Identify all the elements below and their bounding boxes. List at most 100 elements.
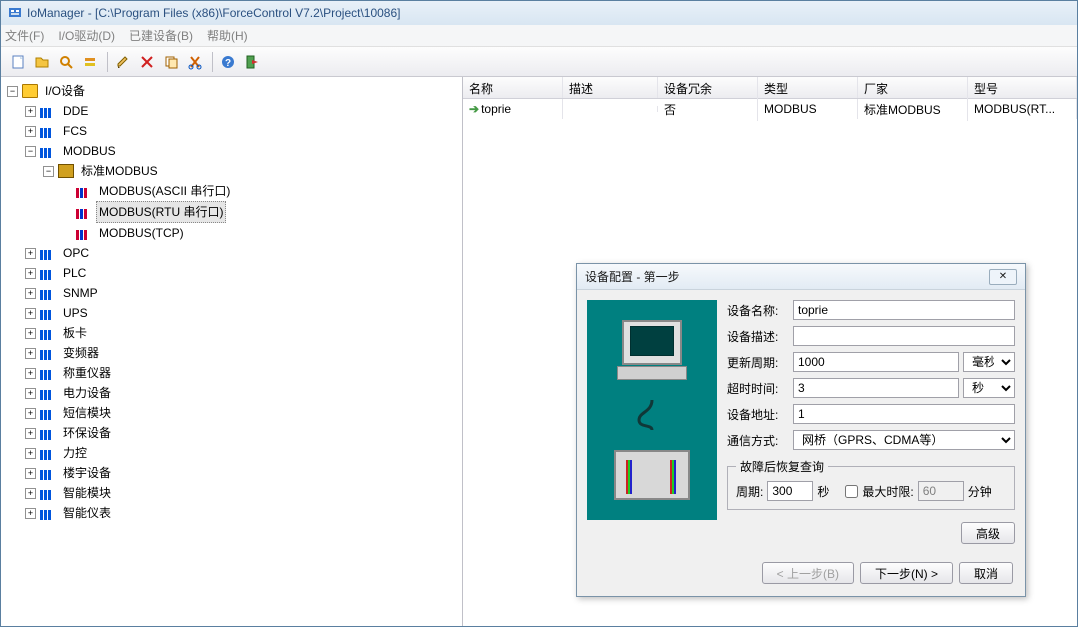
tree-power[interactable]: 电力设备 [60, 383, 114, 403]
comm-mode-select[interactable]: 网桥（GPRS、CDMA等） [793, 430, 1015, 450]
menu-builtdevice[interactable]: 已建设备(B) [129, 27, 193, 44]
tree-fcs[interactable]: FCS [60, 121, 90, 141]
tree-std-modbus[interactable]: 标准MODBUS [78, 161, 161, 181]
tree-force[interactable]: 力控 [60, 443, 90, 463]
collapse-icon[interactable]: − [25, 146, 36, 157]
timeout-unit-select[interactable]: 秒 [963, 378, 1015, 398]
tree-snmp[interactable]: SNMP [60, 283, 101, 303]
label-max-limit: 最大时限: [862, 483, 913, 500]
grid-header: 名称 描述 设备冗余 类型 厂家 型号 [463, 77, 1077, 99]
config-icon[interactable] [79, 51, 101, 73]
col-model[interactable]: 型号 [968, 77, 1077, 98]
expand-icon[interactable]: + [25, 488, 36, 499]
exit-icon[interactable] [241, 51, 263, 73]
tree-intmod[interactable]: 智能模块 [60, 483, 114, 503]
update-period-input[interactable] [793, 352, 959, 372]
expand-icon[interactable]: + [25, 428, 36, 439]
tree-pane: −I/O设备 +DDE +FCS −MODBUS −标准MODBUS MODBU… [1, 77, 463, 626]
svg-text:?: ? [225, 58, 231, 69]
device-addr-input[interactable] [793, 404, 1015, 424]
toolbar-separator [212, 52, 213, 72]
category-icon [40, 266, 56, 280]
expand-icon[interactable]: + [25, 448, 36, 459]
next-button[interactable]: 下一步(N) > [860, 562, 953, 584]
tree-root[interactable]: I/O设备 [42, 81, 88, 101]
col-vendor[interactable]: 厂家 [858, 77, 968, 98]
menu-help[interactable]: 帮助(H) [207, 27, 248, 44]
expand-icon[interactable]: + [25, 408, 36, 419]
tree-ups[interactable]: UPS [60, 303, 91, 323]
tree-env[interactable]: 环保设备 [60, 423, 114, 443]
expand-icon[interactable]: + [25, 126, 36, 137]
device-icon [614, 450, 690, 500]
max-limit-checkbox[interactable] [845, 485, 858, 498]
dialog-titlebar[interactable]: 设备配置 - 第一步 ✕ [577, 264, 1025, 290]
category-icon [40, 326, 56, 340]
cut-icon[interactable] [184, 51, 206, 73]
tree-plc[interactable]: PLC [60, 263, 89, 283]
expand-icon[interactable]: + [25, 308, 36, 319]
col-type[interactable]: 类型 [758, 77, 858, 98]
tree-modbus-rtu[interactable]: MODBUS(RTU 串行口) [96, 201, 226, 223]
search-icon[interactable] [55, 51, 77, 73]
expand-icon[interactable]: + [25, 248, 36, 259]
tree-building[interactable]: 楼宇设备 [60, 463, 114, 483]
collapse-icon[interactable]: − [7, 86, 18, 97]
col-name[interactable]: 名称 [463, 77, 563, 98]
timeout-input[interactable] [793, 378, 959, 398]
col-desc[interactable]: 描述 [563, 77, 658, 98]
max-limit-input [918, 481, 964, 501]
category-icon [40, 406, 56, 420]
new-icon[interactable] [7, 51, 29, 73]
device-name-input[interactable] [793, 300, 1015, 320]
dialog-form: 设备名称: 设备描述: 更新周期: 毫秒 超时时间: 秒 [727, 300, 1015, 544]
tree-card[interactable]: 板卡 [60, 323, 90, 343]
vendor-icon [58, 164, 74, 178]
cancel-button[interactable]: 取消 [959, 562, 1013, 584]
open-icon[interactable] [31, 51, 53, 73]
expand-icon[interactable]: + [25, 468, 36, 479]
expand-icon[interactable]: + [25, 348, 36, 359]
label-device-addr: 设备地址: [727, 406, 789, 423]
computer-icon [617, 320, 687, 380]
expand-icon[interactable]: + [25, 508, 36, 519]
delete-icon[interactable] [136, 51, 158, 73]
advanced-button[interactable]: 高级 [961, 522, 1015, 544]
table-row[interactable]: ➔toprie 否 MODBUS 标准MODBUS MODBUS(RT... [463, 99, 1077, 119]
edit-icon[interactable] [112, 51, 134, 73]
update-unit-select[interactable]: 毫秒 [963, 352, 1015, 372]
tree-modbus-tcp[interactable]: MODBUS(TCP) [96, 223, 187, 243]
window-title: IoManager - [C:\Program Files (x86)\Forc… [27, 6, 401, 20]
device-tree[interactable]: −I/O设备 +DDE +FCS −MODBUS −标准MODBUS MODBU… [3, 81, 460, 523]
expand-icon[interactable]: + [25, 328, 36, 339]
expand-icon[interactable]: + [25, 268, 36, 279]
window-titlebar: IoManager - [C:\Program Files (x86)\Forc… [1, 1, 1077, 25]
tree-modbus-ascii[interactable]: MODBUS(ASCII 串行口) [96, 181, 233, 201]
copy-icon[interactable] [160, 51, 182, 73]
menu-iodriver[interactable]: I/O驱动(D) [58, 27, 115, 44]
collapse-icon[interactable]: − [43, 166, 54, 177]
device-desc-input[interactable] [793, 326, 1015, 346]
expand-icon[interactable]: + [25, 368, 36, 379]
expand-icon[interactable]: + [25, 388, 36, 399]
tree-dde[interactable]: DDE [60, 101, 91, 121]
category-icon [40, 486, 56, 500]
recovery-fieldset: 故障后恢复查询 周期: 秒 最大时限: 分钟 [727, 458, 1015, 510]
menu-file[interactable]: 文件(F) [5, 27, 44, 44]
help-icon[interactable]: ? [217, 51, 239, 73]
tree-inverter[interactable]: 变频器 [60, 343, 102, 363]
tree-opc[interactable]: OPC [60, 243, 92, 263]
category-icon [40, 144, 56, 158]
tree-sms[interactable]: 短信模块 [60, 403, 114, 423]
tree-weigh[interactable]: 称重仪器 [60, 363, 114, 383]
tree-modbus[interactable]: MODBUS [60, 141, 119, 161]
recovery-period-input[interactable] [767, 481, 813, 501]
expand-icon[interactable]: + [25, 288, 36, 299]
cell-model: MODBUS(RT... [968, 99, 1077, 119]
expand-icon[interactable]: + [25, 106, 36, 117]
col-redundant[interactable]: 设备冗余 [658, 77, 758, 98]
protocol-icon [76, 226, 92, 240]
tree-intmeter[interactable]: 智能仪表 [60, 503, 114, 523]
label-device-desc: 设备描述: [727, 328, 789, 345]
close-icon[interactable]: ✕ [989, 269, 1017, 285]
